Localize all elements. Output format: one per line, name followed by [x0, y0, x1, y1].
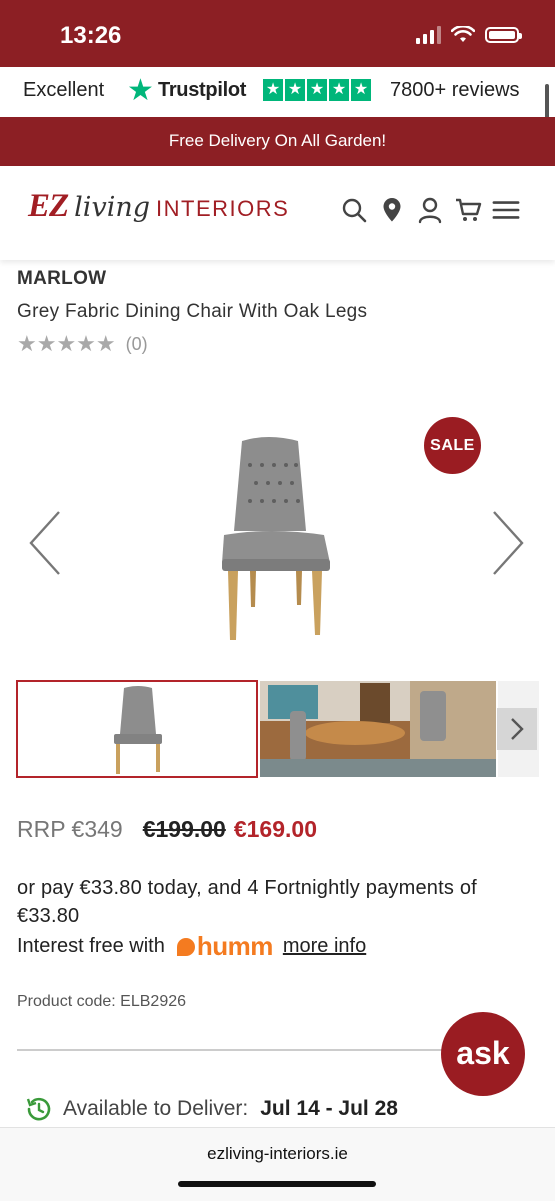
chevron-right-icon: [511, 718, 524, 740]
trustpilot-brand: Trustpilot: [158, 79, 247, 101]
ask-chat-button[interactable]: ask: [441, 1012, 525, 1096]
thumbnail-strip: [16, 680, 539, 778]
location-icon[interactable]: [378, 194, 406, 226]
browser-url-bar[interactable]: ezliving-interiors.ie: [0, 1127, 555, 1201]
trustpilot-bar[interactable]: Excellent ★ Trustpilot ★ ★ ★ ★ ★ 7800+ r…: [0, 67, 555, 117]
delivery-clock-icon: [26, 1097, 51, 1121]
star-icon: ★: [263, 79, 283, 101]
thumbnail-room-image: [260, 681, 496, 777]
chevron-left-icon[interactable]: [25, 508, 65, 578]
chevron-right-icon[interactable]: [488, 508, 528, 578]
product-image[interactable]: [210, 435, 340, 645]
humm-row: Interest free with humm more info: [17, 931, 366, 962]
status-time: 13:26: [60, 22, 122, 49]
product-gallery: SALE: [0, 380, 555, 670]
trust-rating-word: Excellent: [23, 79, 105, 101]
status-icons: [416, 26, 522, 44]
signal-icon: [416, 26, 441, 44]
rating-stars-icon: ★★★★★: [17, 331, 116, 356]
humm-logo: humm: [176, 931, 273, 962]
review-count: (0): [125, 333, 148, 354]
trust-reviews: 7800+ reviews: [390, 79, 520, 101]
product-code: Product code: ELB2926: [17, 993, 187, 1010]
promo-banner[interactable]: Free Delivery On All Garden!: [0, 117, 555, 166]
wifi-icon: [451, 26, 475, 42]
product-rating[interactable]: ★★★★★ (0): [17, 331, 148, 357]
more-info-link[interactable]: more info: [283, 935, 366, 958]
old-price: €199.00: [142, 816, 226, 842]
logo-interiors: INTERIORS: [156, 196, 290, 221]
star-icon: ★: [285, 79, 305, 101]
thumbnail-next-button[interactable]: [497, 708, 537, 750]
logo-ez: EZ: [28, 188, 69, 224]
cart-icon[interactable]: [454, 194, 482, 226]
delivery-row: Available to Deliver: Jul 14 - Jul 28: [25, 1096, 398, 1122]
delivery-dates: Jul 14 - Jul 28: [260, 1097, 398, 1120]
search-icon[interactable]: [340, 194, 368, 226]
interest-text: Interest free with: [17, 935, 165, 957]
home-indicator[interactable]: [178, 1181, 376, 1187]
account-icon[interactable]: [416, 194, 444, 226]
status-bar: 13:26: [0, 0, 555, 67]
star-icon: ★: [351, 79, 371, 101]
site-header: EZ living INTERIORS: [0, 166, 555, 260]
logo-living: living: [74, 192, 151, 223]
url-text: ezliving-interiors.ie: [207, 1144, 348, 1163]
installment-text: or pay €33.80 today, and 4 Fortnightly p…: [17, 877, 477, 927]
thumbnail-room[interactable]: [260, 681, 496, 777]
delivery-label: Available to Deliver:: [63, 1097, 249, 1120]
trustpilot-star-icon: ★: [127, 74, 154, 107]
thumbnail-chair-image: [114, 686, 162, 774]
star-icon: ★: [307, 79, 327, 101]
thumbnail-selected[interactable]: [16, 680, 258, 778]
trustpilot-stars: ★ ★ ★ ★ ★: [263, 79, 371, 101]
divider: [17, 1049, 457, 1051]
product-title: Grey Fabric Dining Chair With Oak Legs: [17, 301, 368, 322]
sale-price: €169.00: [233, 816, 317, 842]
product-brand: MARLOW: [17, 268, 107, 289]
header-icons: [340, 194, 520, 226]
humm-blob-icon: [176, 937, 195, 956]
rrp-price: RRP €349: [17, 816, 123, 842]
star-icon: ★: [329, 79, 349, 101]
battery-icon: [485, 27, 522, 43]
price-block: RRP €349 €199.00 €169.00: [17, 816, 317, 843]
menu-icon[interactable]: [492, 194, 520, 226]
sale-badge: SALE: [424, 417, 481, 474]
site-logo[interactable]: EZ living INTERIORS: [28, 188, 289, 238]
